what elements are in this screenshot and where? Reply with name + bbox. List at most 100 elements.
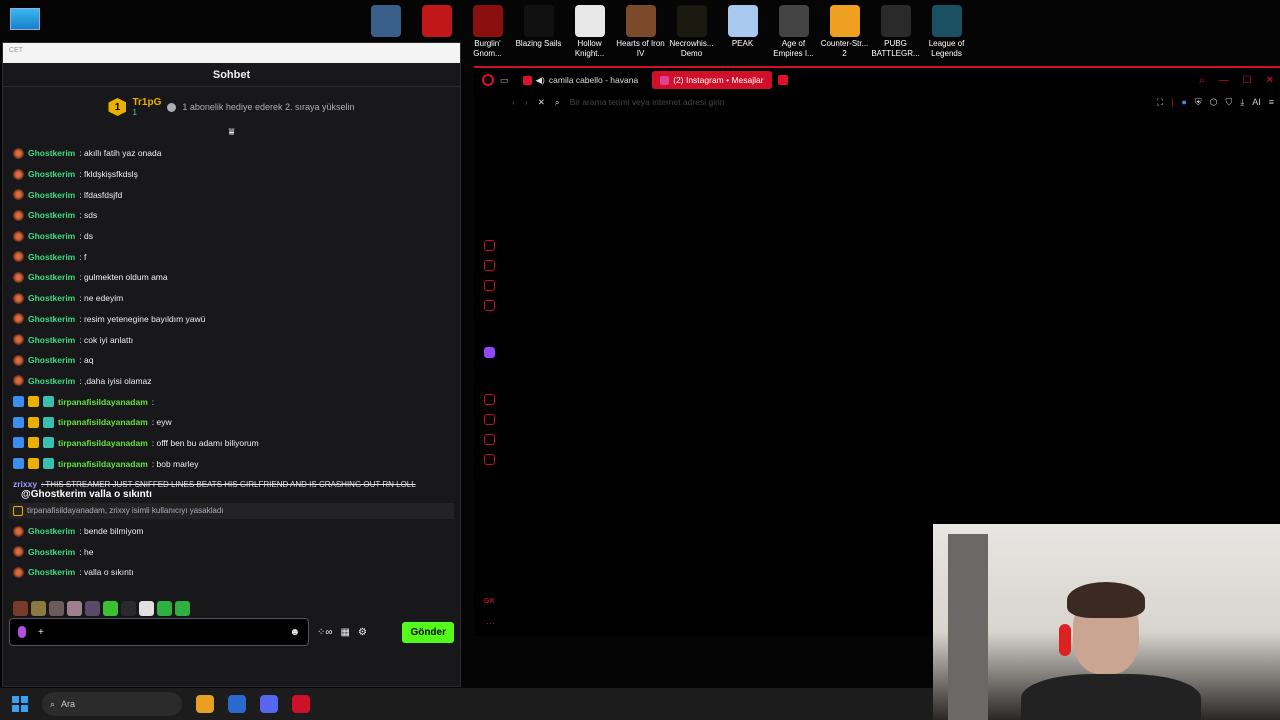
emote-icon[interactable] [175,601,190,616]
chat-message: Ghostkerim: ,daha iyisi olamaz [13,371,450,392]
tab-tiles-icon[interactable]: ▭ [500,75,509,86]
chat-text: : aq [79,355,94,366]
emote-icon[interactable] [103,601,118,616]
chat-username[interactable]: Ghostkerim [28,376,75,386]
chat-username[interactable]: Ghostkerim [28,526,75,536]
emote-icon[interactable] [121,601,136,616]
desktop-icon[interactable]: PEAK [717,0,768,62]
snapshot-icon[interactable]: ⛶ [1157,97,1163,108]
file-explorer-icon[interactable] [196,695,214,713]
opera-logo-icon[interactable] [482,74,494,86]
chat-username[interactable]: tirpanafisildayanadam [58,438,148,448]
chat-username[interactable]: Ghostkerim [28,272,75,282]
desktop-icon[interactable]: Hollow Knight... [564,0,615,62]
desktop-icon[interactable]: PUBG BATTLEGR... [870,0,921,62]
desktop-icon[interactable]: Counter-Str... 2 [819,0,870,62]
mic-icon[interactable] [18,626,26,638]
settings-icon[interactable]: ⚙ [358,627,367,638]
download-icon[interactable]: ⤓ [1240,97,1244,108]
emote-icon[interactable] [85,601,100,616]
app-icon [421,5,452,37]
stop-icon[interactable]: ✕ [538,97,545,108]
chat-username[interactable]: Ghostkerim [28,314,75,324]
send-button[interactable]: Gönder [402,621,454,643]
steam-icon[interactable] [228,695,246,713]
chat-username[interactable]: Ghostkerim [28,355,75,365]
leaderboard[interactable]: 1 Tr1pG 1 1 abonelik hediye ederek 2. sı… [3,87,460,127]
extensions-icon[interactable]: ⬡ [1210,97,1218,108]
app-icon [727,5,758,37]
rank-badge: 1 [108,98,127,116]
chat-username[interactable]: Ghostkerim [28,335,75,345]
close-icon[interactable]: ✕ [1266,75,1274,86]
minimize-icon[interactable]: — [1219,75,1229,86]
chat-input[interactable]: + ☻ [9,618,309,646]
ban-notice: tirpanafisildayanadam, zrixxy isimli kul… [9,502,454,519]
taskbar-search[interactable]: ⌕ Ara [42,692,182,716]
sidebar-mail-icon[interactable] [484,300,495,311]
search-tabs-icon[interactable]: ⌕ [1199,75,1205,86]
desktop-icon[interactable]: Necrowhis... Demo [666,0,717,62]
chat-username[interactable]: tirpanafisildayanadam [58,459,148,469]
shield-icon[interactable]: ⛨ [1195,97,1202,108]
chat-username[interactable]: Ghostkerim [28,169,75,179]
emote-icon[interactable] [139,601,154,616]
new-tab-button[interactable] [777,75,788,85]
sidebar-settings-icon[interactable] [484,454,495,465]
chat-username[interactable]: Ghostkerim [28,293,75,303]
desktop-icon[interactable]: Age of Empires I... [768,0,819,62]
menu-icon[interactable]: ≡ [1269,97,1274,108]
sidebar-play-icon[interactable] [484,394,495,405]
leader-name[interactable]: Tr1pG [132,97,161,108]
chat-text: : valla o sıkıntı [79,567,134,578]
vpn-icon[interactable]: ● [1181,97,1186,108]
desktop-icon[interactable]: Hearts of Iron IV [615,0,666,62]
back-icon[interactable]: ‹ [512,97,515,107]
emote-icon[interactable] [49,601,64,616]
emote-icon[interactable] [31,601,46,616]
history-icon[interactable] [484,414,495,425]
chat-message: Ghostkerim: lfdasfdsjfd [13,184,450,205]
address-input[interactable]: Bir arama terimi veya internet adresi gi… [570,97,725,107]
start-icon[interactable] [12,696,28,712]
sidebar-refresh-icon[interactable] [484,240,495,251]
chat-username[interactable]: zrixxy [13,479,37,489]
chat-username[interactable]: tirpanafisildayanadam [58,397,148,407]
wallet-icon[interactable]: ⛉ [1225,97,1232,108]
desktop-icon[interactable]: Burglin' Gnom... [462,0,513,62]
chat-username[interactable]: Ghostkerim [28,252,75,262]
emoji-icon[interactable]: ☻ [289,627,300,638]
maximize-icon[interactable]: ☐ [1243,75,1252,86]
collapse-icon[interactable]: ⩸ [3,127,460,139]
forward-icon[interactable]: › [525,97,528,107]
tab-instagram[interactable]: (2) Instagram • Mesajlar [652,71,772,89]
discord-icon[interactable] [260,695,278,713]
store-icon[interactable]: ▦ [341,627,350,638]
chat-username[interactable]: Ghostkerim [28,210,75,220]
twitch-icon[interactable] [484,347,495,358]
opera-gx-icon[interactable] [292,695,310,713]
desktop-icon[interactable]: League of Legends [921,0,972,62]
desktop-icon[interactable]: Blazing Sails [513,0,564,62]
sidebar-chat-icon[interactable] [484,280,495,291]
leader-count: 1 [132,108,137,117]
points-icon[interactable]: ⁘∞ [317,627,333,638]
chat-username[interactable]: Ghostkerim [28,567,75,577]
sidebar-cube-icon[interactable] [484,434,495,445]
emote-icon[interactable] [67,601,82,616]
ai-button[interactable]: AI [1252,97,1261,108]
gx-icon[interactable]: GX [484,598,494,605]
divider: | [1171,96,1174,107]
emote-icon[interactable] [157,601,172,616]
chat-username[interactable]: Ghostkerim [28,547,75,557]
more-icon[interactable]: ⋯ [486,618,495,629]
chat-username[interactable]: tirpanafisildayanadam [58,417,148,427]
desktop-icon-monitor[interactable] [10,8,40,30]
chat-text: : resim yetenegine bayıldım yawü [79,313,206,324]
chat-username[interactable]: Ghostkerim [28,231,75,241]
emote-icon[interactable] [13,601,28,616]
chat-username[interactable]: Ghostkerim [28,190,75,200]
chat-username[interactable]: Ghostkerim [28,148,75,158]
tab-youtube[interactable]: ◀) camila cabello - havana [515,71,647,89]
sidebar-bag-icon[interactable] [484,260,495,271]
